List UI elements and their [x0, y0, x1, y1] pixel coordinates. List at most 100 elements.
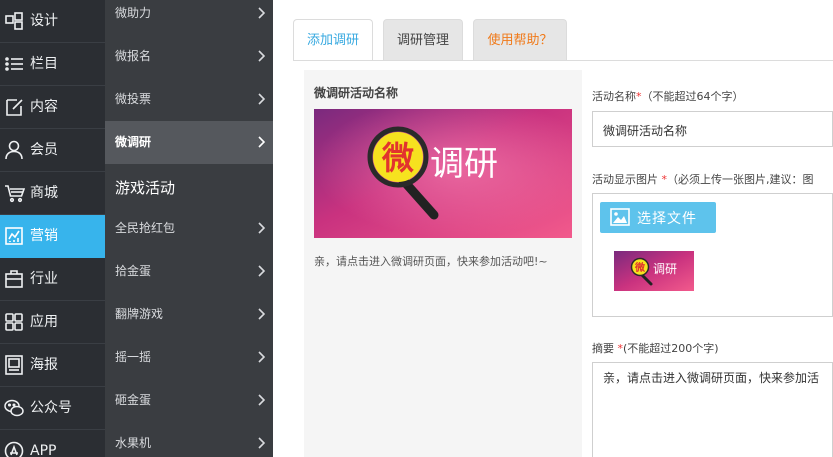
subnav-item-label: 拾金蛋	[115, 264, 152, 278]
subnav-item-shake[interactable]: 摇一摇	[105, 336, 273, 379]
edit-icon	[3, 96, 25, 118]
label-hint: （不能超过64个字）	[641, 90, 744, 103]
nav-item-label: 应用	[30, 314, 58, 330]
subnav-item-pick-egg[interactable]: 拾金蛋	[105, 250, 273, 293]
subnav-item-survey[interactable]: 微调研	[105, 121, 273, 164]
summary-textarea[interactable]: 亲，请点击进入微调研页面，快来参加活	[592, 362, 833, 457]
nav-item-app[interactable]: APP	[0, 430, 105, 457]
subnav-item-label: 微报名	[115, 49, 152, 63]
subnav-item-signup[interactable]: 微报名	[105, 35, 273, 78]
subnav-item-label: 水果机	[115, 436, 152, 450]
textarea-value: 亲，请点击进入微调研页面，快来参加活	[603, 371, 820, 385]
thumb-text: 调研	[653, 262, 677, 276]
subnav-item-redpacket[interactable]: 全民抢红包	[105, 207, 273, 250]
label-text: 活动显示图片	[592, 173, 658, 186]
thumb-seal-char: 微	[634, 261, 646, 274]
chevron-right-icon	[258, 437, 265, 449]
chevron-right-icon	[258, 394, 265, 406]
required-mark: *	[658, 173, 667, 186]
nav-item-label: 商城	[30, 185, 58, 201]
primary-sidebar: 设计 栏目 内容 会员 商城 营销 行业 应用 海报 公众号 APP	[0, 0, 105, 457]
subnav-item-label: 砸金蛋	[115, 393, 152, 407]
activity-image-label: 活动显示图片 *（必须上传一张图片,建议：图	[592, 171, 814, 187]
subnav-item-flip-card[interactable]: 翻牌游戏	[105, 293, 273, 336]
subnav-item-vote[interactable]: 微投票	[105, 78, 273, 121]
choose-file-label: 选择文件	[637, 211, 697, 227]
survey-preview-card: 微调研活动名称 微 调研 亲，请点击进入微调研页面，快来参加活动吧!~	[304, 70, 582, 457]
subnav-item-label: 全民抢红包	[115, 221, 176, 235]
subnav-group-title: 游戏活动	[115, 179, 176, 197]
banner-seal-char: 微	[381, 139, 414, 177]
nav-item-industry[interactable]: 行业	[0, 258, 105, 301]
nav-item-official-account[interactable]: 公众号	[0, 387, 105, 430]
design-icon	[3, 10, 25, 32]
preview-banner-image: 微 调研	[314, 109, 572, 238]
nav-item-label: 栏目	[30, 56, 58, 72]
nav-item-label: 行业	[30, 271, 58, 287]
subnav-item-label: 翻牌游戏	[115, 307, 164, 321]
list-icon	[3, 53, 25, 75]
subnav-item-label: 微助力	[115, 6, 152, 20]
required-mark: *	[614, 342, 623, 355]
subnav-item-fruit-machine[interactable]: 水果机	[105, 422, 273, 457]
nav-item-apps[interactable]: 应用	[0, 301, 105, 344]
image-upload-box: 选择文件 微 调研	[592, 193, 833, 317]
app-store-icon	[3, 440, 25, 457]
nav-item-mall[interactable]: 商城	[0, 172, 105, 215]
subnav-item-label: 微调研	[115, 135, 152, 149]
subnav-group-games: 游戏活动	[105, 166, 273, 206]
banner-text: 调研	[430, 144, 498, 184]
chevron-right-icon	[258, 351, 265, 363]
chevron-right-icon	[258, 265, 265, 277]
chevron-right-icon	[258, 50, 265, 62]
nav-item-members[interactable]: 会员	[0, 129, 105, 172]
nav-item-marketing[interactable]: 营销	[0, 215, 105, 258]
subnav-item-boost[interactable]: 微助力	[105, 0, 273, 35]
nav-item-label: 营销	[30, 228, 58, 244]
wechat-icon	[3, 397, 25, 419]
input-value: 微调研活动名称	[603, 124, 688, 138]
preview-title: 微调研活动名称	[314, 86, 399, 100]
chevron-right-icon	[258, 93, 265, 105]
image-icon	[610, 208, 630, 226]
user-icon	[3, 139, 25, 161]
activity-name-input[interactable]: 微调研活动名称	[592, 111, 833, 147]
nav-item-label: 公众号	[30, 400, 72, 416]
subnav-item-smash-egg[interactable]: 砸金蛋	[105, 379, 273, 422]
main-content: 添加调研 调研管理 使用帮助？ 微调研活动名称 微 调研 亲，请点击进入微调研页…	[273, 0, 833, 457]
secondary-sidebar: 微助力 微报名 微投票 微调研 游戏活动 全民抢红包 拾金蛋 翻牌游戏 摇一摇 …	[105, 0, 273, 457]
nav-item-label: APP	[30, 443, 57, 457]
label-text: 活动名称	[592, 90, 636, 103]
poster-icon	[3, 354, 25, 376]
chevron-right-icon	[258, 308, 265, 320]
uploaded-image-thumbnail: 微 调研	[614, 251, 694, 291]
nav-item-design[interactable]: 设计	[0, 0, 105, 43]
nav-item-label: 内容	[30, 99, 58, 115]
activity-name-label: 活动名称*（不能超过64个字）	[592, 88, 744, 104]
label-text: 摘要	[592, 342, 614, 355]
choose-file-button[interactable]: 选择文件	[600, 202, 716, 233]
apps-icon	[3, 311, 25, 333]
subnav-item-label: 摇一摇	[115, 350, 152, 364]
label-hint: （必须上传一张图片,建议：图	[667, 173, 814, 186]
nav-item-label: 海报	[30, 357, 58, 373]
chevron-right-icon	[258, 7, 265, 19]
preview-description: 亲，请点击进入微调研页面，快来参加活动吧!~	[314, 255, 548, 268]
chevron-right-icon	[258, 222, 265, 234]
summary-label: 摘要 *(不能超过200个字)	[592, 340, 719, 356]
nav-item-label: 会员	[30, 142, 58, 158]
tab-survey-manage[interactable]: 调研管理	[383, 19, 463, 61]
nav-item-content[interactable]: 内容	[0, 86, 105, 129]
label-hint: (不能超过200个字)	[623, 342, 719, 355]
nav-item-label: 设计	[30, 13, 58, 29]
tab-help[interactable]: 使用帮助？	[473, 19, 567, 61]
cart-icon	[3, 182, 25, 204]
tab-add-survey[interactable]: 添加调研	[293, 19, 373, 61]
tab-divider	[293, 60, 833, 61]
nav-item-poster[interactable]: 海报	[0, 344, 105, 387]
chevron-right-icon	[258, 136, 265, 148]
subnav-item-label: 微投票	[115, 92, 152, 106]
chart-icon	[3, 225, 25, 247]
nav-item-columns[interactable]: 栏目	[0, 43, 105, 86]
briefcase-icon	[3, 268, 25, 290]
